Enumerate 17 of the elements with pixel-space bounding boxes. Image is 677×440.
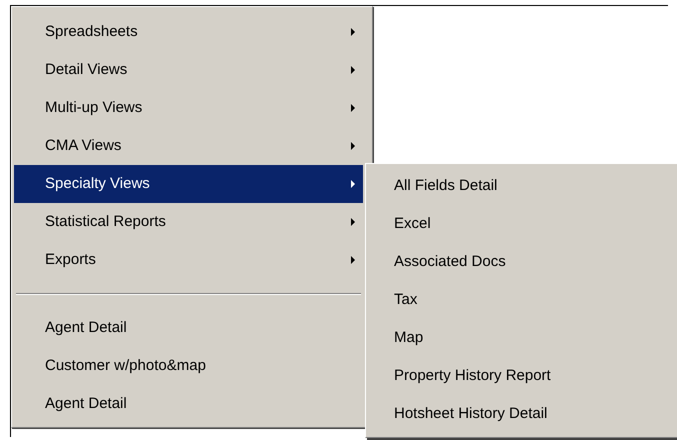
menu-item[interactable]: Map <box>368 319 675 357</box>
menu-item[interactable]: Associated Docs <box>368 243 675 281</box>
menu-item[interactable]: Specialty Views <box>14 165 363 203</box>
menu-item[interactable]: Agent Detail <box>14 309 363 347</box>
menu-item[interactable]: Tax <box>368 281 675 319</box>
menu-item[interactable]: Hotsheet History Detail <box>368 395 675 433</box>
menu-item[interactable]: Excel <box>368 205 675 243</box>
menu-item[interactable]: Statistical Reports <box>14 203 363 241</box>
menu-item[interactable]: Detail Views <box>14 51 363 89</box>
menu-item[interactable]: Agent Detail <box>14 385 363 423</box>
menu-item[interactable]: Exports <box>14 241 363 279</box>
menu-item[interactable]: CMA Views <box>14 127 363 165</box>
menu-item[interactable]: Property History Report <box>368 357 675 395</box>
menu-item[interactable]: Multi-up Views <box>14 89 363 127</box>
menu-item[interactable]: Spreadsheets <box>14 13 363 51</box>
menu-item[interactable]: Customer w/photo&map <box>14 347 363 385</box>
menu-item[interactable]: All Fields Detail <box>368 167 675 205</box>
